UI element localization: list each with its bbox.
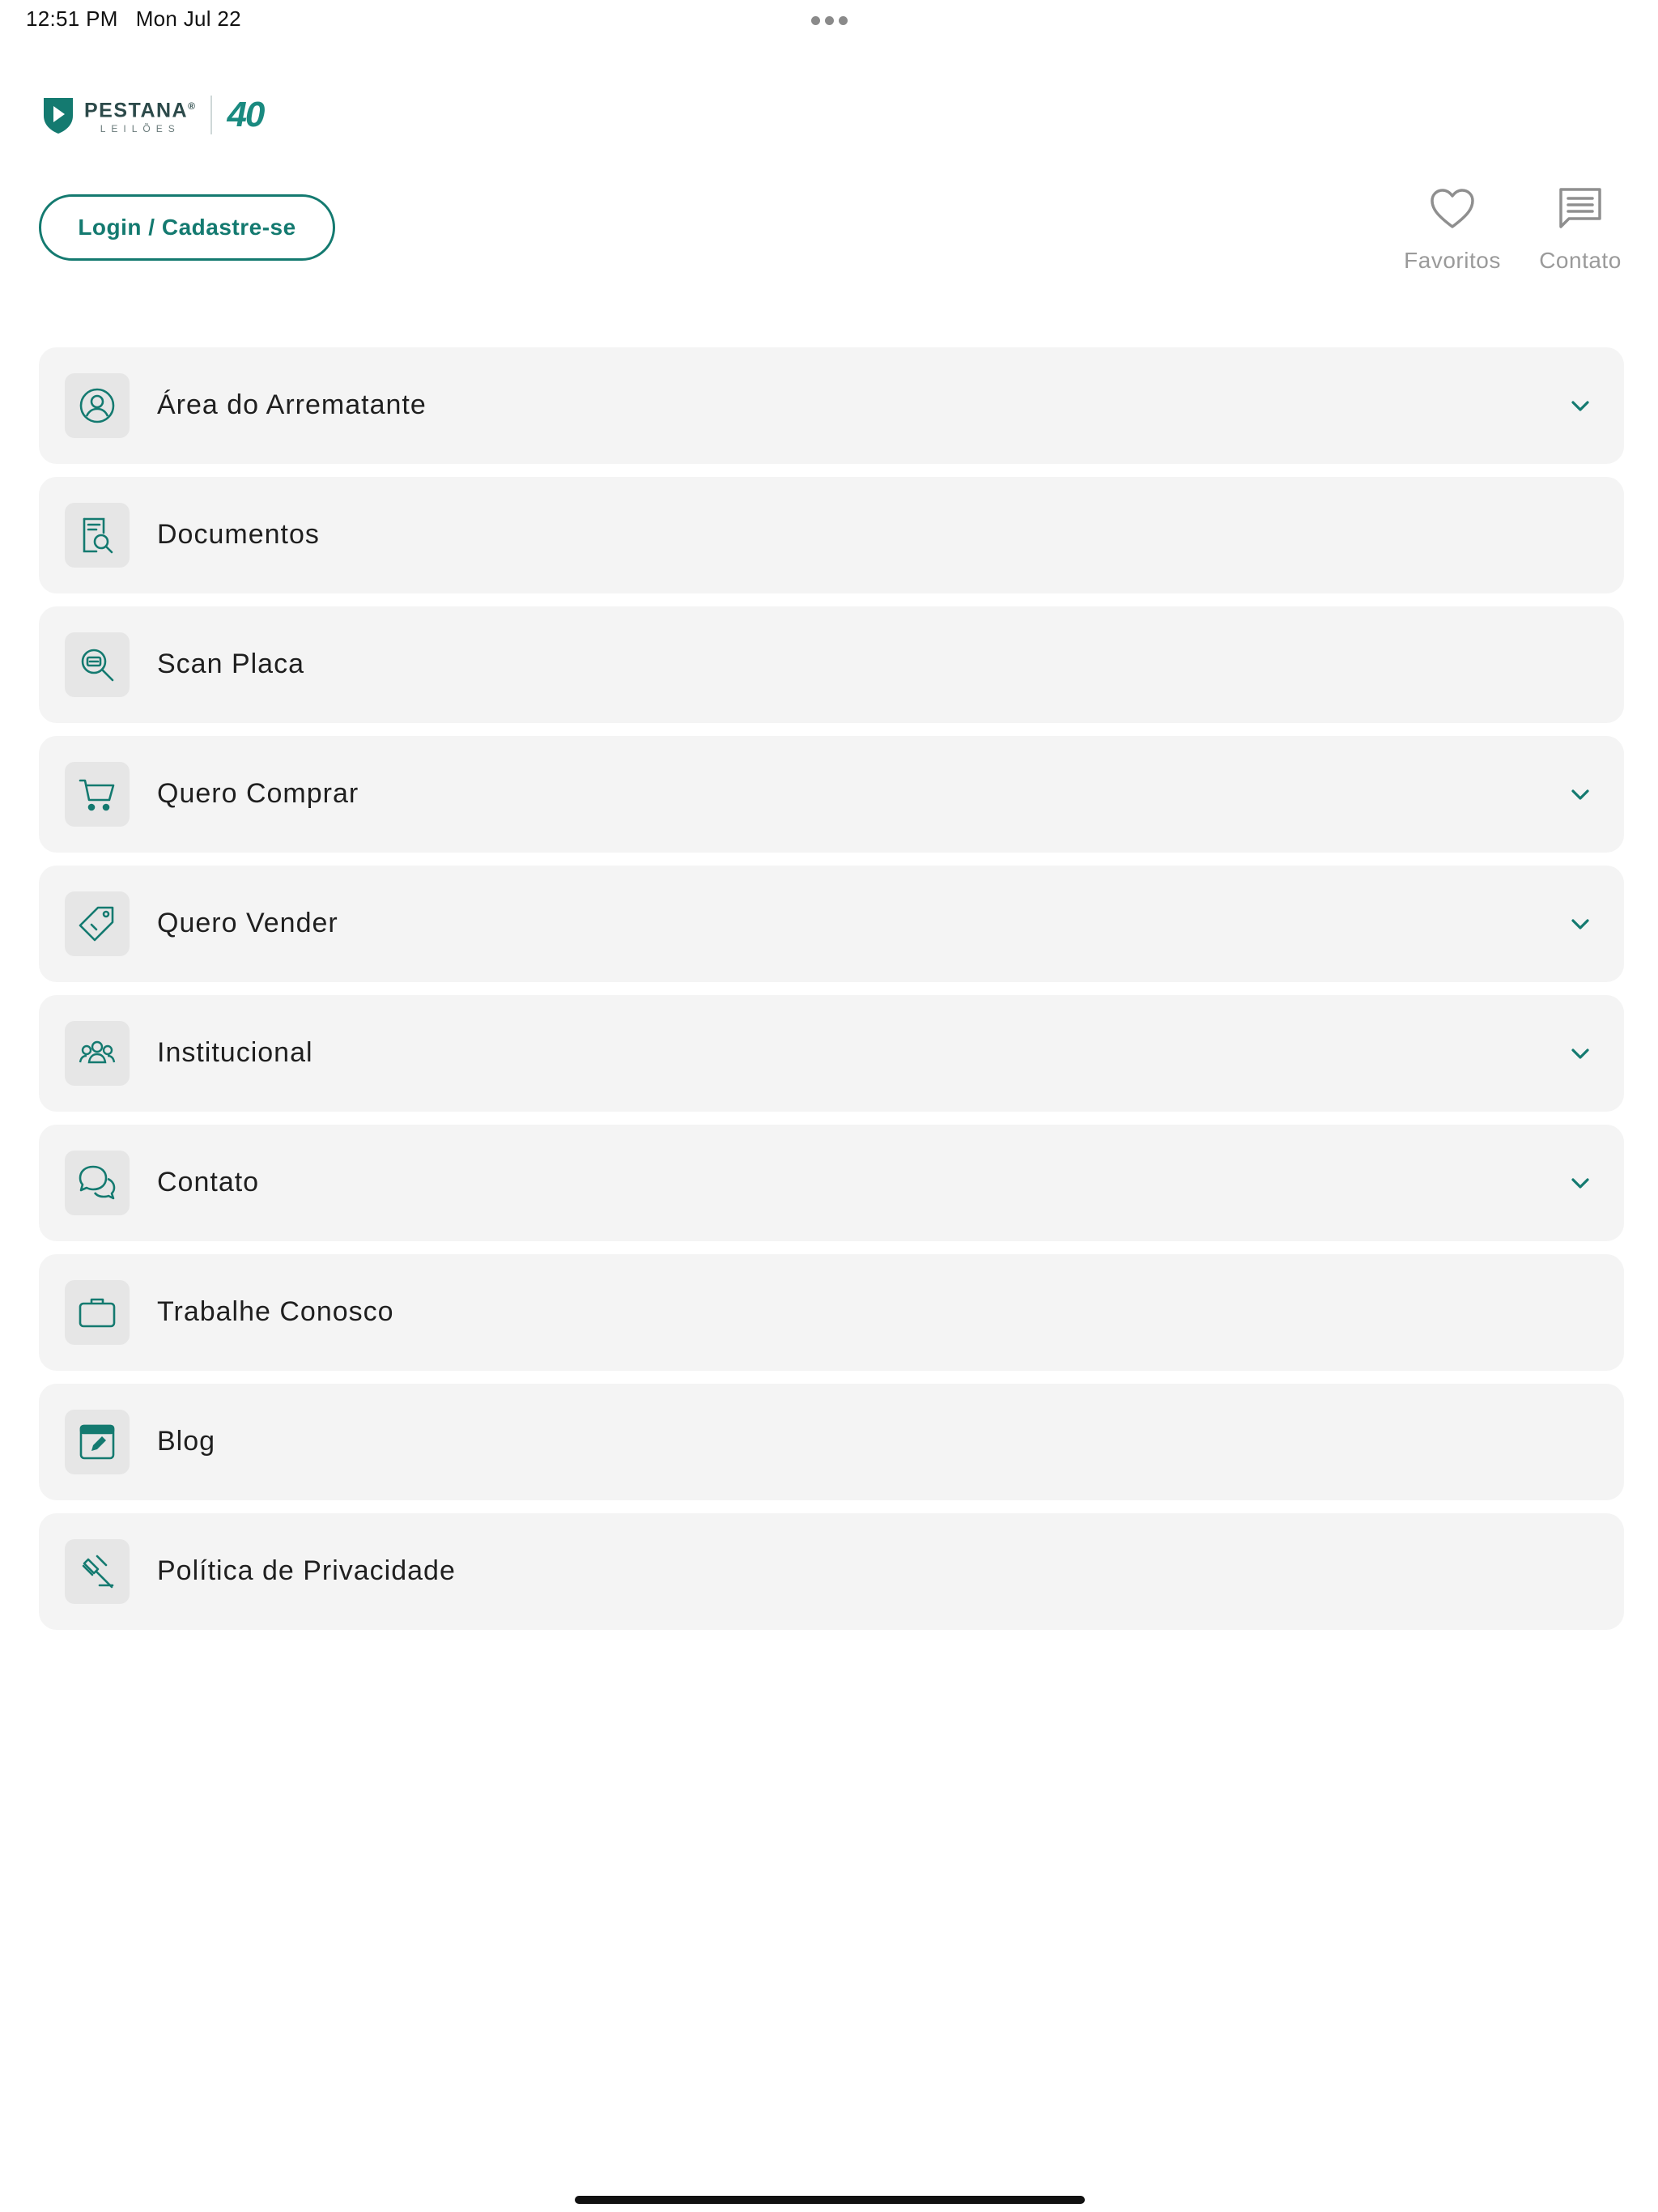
favorites-label: Favoritos xyxy=(1404,248,1501,273)
user-circle-icon xyxy=(79,388,115,423)
menu-item-documentos[interactable]: Documentos xyxy=(39,477,1624,593)
menu-icon-box xyxy=(65,1539,130,1604)
menu-icon-box xyxy=(65,762,130,827)
blog-edit-icon xyxy=(79,1424,115,1460)
message-icon xyxy=(1559,188,1601,228)
logo-divider xyxy=(210,96,213,134)
brand-subtitle: LEILÕES xyxy=(100,122,181,134)
scan-plate-icon xyxy=(81,649,114,682)
chevron-down-icon[interactable] xyxy=(1567,781,1593,807)
main-menu: Área do Arrematante Documentos Scan Plac… xyxy=(39,347,1624,1643)
menu-item-label: Documentos xyxy=(157,519,320,550)
menu-icon-box xyxy=(65,1021,130,1086)
menu-item-label: Política de Privacidade xyxy=(157,1555,456,1586)
menu-item-quero-vender[interactable]: Quero Vender xyxy=(39,866,1624,982)
menu-icon-box xyxy=(65,1151,130,1215)
menu-item-trabalhe-conosco[interactable]: Trabalhe Conosco xyxy=(39,1254,1624,1371)
document-search-icon xyxy=(83,517,113,554)
login-register-button[interactable]: Login / Cadastre-se xyxy=(39,194,335,261)
price-tag-icon xyxy=(79,906,114,942)
cart-icon xyxy=(79,779,115,811)
menu-item-label: Quero Vender xyxy=(157,908,338,938)
gavel-icon xyxy=(82,1555,114,1589)
chat-bubbles-icon xyxy=(79,1165,116,1200)
menu-item-politica-de-privacidade[interactable]: Política de Privacidade xyxy=(39,1513,1624,1630)
heart-icon xyxy=(1431,189,1474,228)
menu-item-institucional[interactable]: Institucional xyxy=(39,995,1624,1112)
status-time: 12:51 PM xyxy=(26,6,118,31)
brand-name: PESTANA® xyxy=(84,99,197,122)
briefcase-icon xyxy=(79,1298,116,1328)
status-clock: 12:51 PM Mon Jul 22 xyxy=(26,6,259,32)
menu-icon-box xyxy=(65,1410,130,1474)
brand-shield-icon xyxy=(44,98,73,134)
menu-icon-box xyxy=(65,891,130,956)
menu-item-label: Institucional xyxy=(157,1037,313,1068)
contact-top-label: Contato xyxy=(1539,248,1622,273)
chevron-down-icon[interactable] xyxy=(1567,393,1593,419)
menu-item-contato[interactable]: Contato xyxy=(39,1125,1624,1241)
brand-trademark: ® xyxy=(188,100,197,113)
status-date: Mon Jul 22 xyxy=(135,6,241,31)
anniversary-badge: 40 xyxy=(227,95,265,134)
group-icon xyxy=(79,1040,116,1064)
menu-icon-box xyxy=(65,503,130,568)
menu-icon-box xyxy=(65,1280,130,1345)
menu-item-label: Blog xyxy=(157,1426,216,1457)
menu-item-quero-comprar[interactable]: Quero Comprar xyxy=(39,736,1624,853)
multitasking-dots-icon[interactable] xyxy=(811,16,848,25)
menu-item-label: Contato xyxy=(157,1167,260,1197)
menu-icon-box xyxy=(65,373,130,438)
menu-icon-box xyxy=(65,632,130,697)
menu-item-blog[interactable]: Blog xyxy=(39,1384,1624,1500)
favorites-button[interactable]: Favoritos xyxy=(1396,185,1509,274)
brand-logo[interactable]: PESTANA® LEILÕES 40 xyxy=(42,91,265,139)
status-bar: 12:51 PM Mon Jul 22 xyxy=(0,0,1658,42)
chevron-down-icon[interactable] xyxy=(1567,1040,1593,1066)
menu-item-label: Scan Placa xyxy=(157,649,304,679)
menu-item-area-do-arrematante[interactable]: Área do Arrematante xyxy=(39,347,1624,464)
brand-wordmark: PESTANA® LEILÕES xyxy=(84,96,196,134)
chevron-down-icon[interactable] xyxy=(1567,911,1593,937)
menu-item-label: Quero Comprar xyxy=(157,778,359,809)
menu-item-scan-placa[interactable]: Scan Placa xyxy=(39,606,1624,723)
chevron-down-icon[interactable] xyxy=(1567,1170,1593,1196)
menu-item-label: Trabalhe Conosco xyxy=(157,1296,394,1327)
menu-item-label: Área do Arrematante xyxy=(157,389,427,420)
home-indicator[interactable] xyxy=(575,2196,1085,2204)
contact-top-button[interactable]: Contato xyxy=(1524,185,1637,274)
